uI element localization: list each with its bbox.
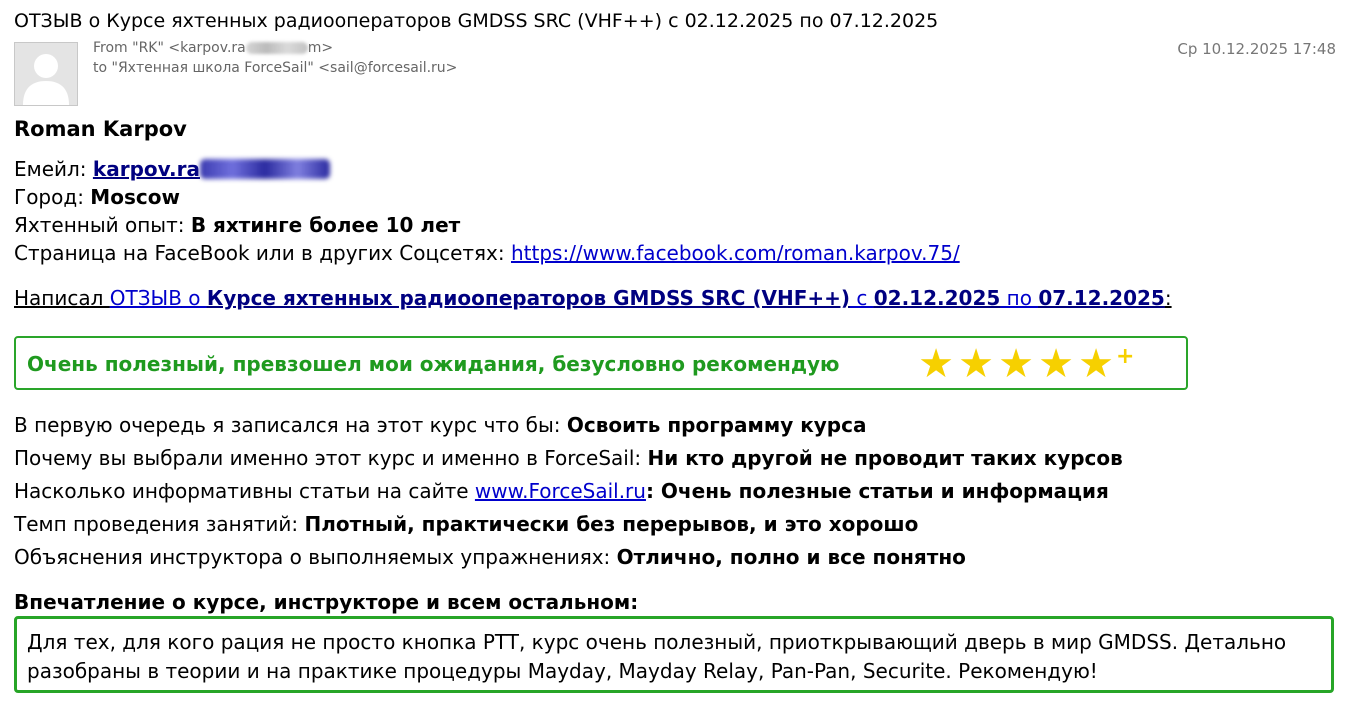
wrote-text: : bbox=[1164, 286, 1172, 310]
answers: В первую очередь я записался на этот кур… bbox=[14, 409, 1123, 574]
email-label: Емейл: bbox=[14, 157, 93, 181]
verdict-box: Очень полезный, превзошел мои ожидания, … bbox=[14, 336, 1188, 390]
city-line: Город: Moscow bbox=[14, 183, 960, 211]
wrote-text: с bbox=[850, 286, 874, 310]
rating-stars: ★ ★ ★ ★ ★+ bbox=[916, 342, 1134, 386]
rating-plus: + bbox=[1116, 344, 1135, 369]
impression-title: Впечатление о курсе, инструкторе и всем … bbox=[14, 590, 639, 614]
answer-value: Очень полезные статьи и информация bbox=[660, 479, 1109, 503]
city-value: Moscow bbox=[90, 185, 180, 209]
star-icon: ★ bbox=[958, 341, 994, 387]
answer-goal: В первую очередь я записался на этот кур… bbox=[14, 409, 1123, 442]
wrote-text: по bbox=[1000, 286, 1039, 310]
answer-instructor: Объяснения инструктора о выполняемых упр… bbox=[14, 541, 1123, 574]
from-suffix: m> bbox=[307, 40, 334, 56]
email-subject: ОТЗЫВ о Курсе яхтенных радиооператоров G… bbox=[14, 10, 939, 32]
email-date: Ср 10.12.2025 17:48 bbox=[1177, 40, 1336, 58]
question-label: Почему вы выбрали именно этот курс и име… bbox=[14, 446, 648, 470]
answer-value: Ни кто другой не проводит таких курсов bbox=[647, 446, 1123, 470]
experience-label: Яхтенный опыт: bbox=[14, 213, 191, 237]
answer-value: Освоить программу курса bbox=[566, 413, 867, 437]
wrote-text: Написал bbox=[14, 286, 110, 310]
answer-articles: Насколько информативны статьи на сайте w… bbox=[14, 475, 1123, 508]
social-link[interactable]: https://www.facebook.com/roman.karpov.75… bbox=[511, 241, 960, 265]
blurred-email-domain bbox=[245, 42, 308, 54]
end-date-link[interactable]: 07.12.2025 bbox=[1038, 286, 1165, 310]
site-link[interactable]: www.ForceSail.ru bbox=[475, 479, 646, 503]
star-icon: ★ bbox=[918, 341, 954, 387]
email-from: From "RK" <karpov.ra m> bbox=[93, 40, 333, 56]
verdict-text: Очень полезный, превзошел мои ожидания, … bbox=[27, 352, 840, 376]
answer-value: Отлично, полно и все понятно bbox=[616, 545, 966, 569]
answer-pace: Темп проведения занятий: Плотный, практи… bbox=[14, 508, 1123, 541]
reviewer-name: Roman Karpov bbox=[14, 117, 187, 141]
star-icon: ★ bbox=[1038, 341, 1074, 387]
star-icon: ★ bbox=[998, 341, 1034, 387]
impression-box: Для тех, для кого рация не просто кнопка… bbox=[14, 616, 1334, 693]
social-label: Страница на FaceBook или в других Соцсет… bbox=[14, 241, 511, 265]
reviewer-email-text: karpov.ra bbox=[92, 157, 200, 181]
experience-value: В яхтинге более 10 лет bbox=[190, 213, 461, 237]
question-label: Темп проведения занятий: bbox=[14, 512, 305, 536]
wrote-line: Написал ОТЗЫВ о Курсе яхтенных радиоопер… bbox=[14, 286, 1172, 310]
question-label: Объяснения инструктора о выполняемых упр… bbox=[14, 545, 617, 569]
email-line: Емейл: karpov.ra bbox=[14, 155, 960, 183]
user-silhouette-icon bbox=[23, 54, 69, 105]
city-label: Город: bbox=[14, 185, 91, 209]
answer-why: Почему вы выбрали именно этот курс и име… bbox=[14, 442, 1123, 475]
answer-value: Плотный, практически без перерывов, и эт… bbox=[304, 512, 919, 536]
sender-avatar bbox=[14, 42, 78, 106]
from-text: From "RK" <karpov.ra bbox=[93, 40, 246, 56]
email-to: to "Яхтенная школа ForceSail" <sail@forc… bbox=[93, 60, 458, 76]
star-icon: ★ bbox=[1078, 341, 1114, 387]
question-label: В первую очередь я записался на этот кур… bbox=[14, 413, 567, 437]
review-link[interactable]: ОТЗЫВ bbox=[110, 286, 182, 310]
reviewer-email-link[interactable]: karpov.ra bbox=[93, 157, 330, 181]
wrote-text: о bbox=[181, 286, 207, 310]
blurred-email-domain bbox=[200, 159, 330, 179]
question-label: Насколько информативны статьи на сайте bbox=[14, 479, 475, 503]
social-line: Страница на FaceBook или в других Соцсет… bbox=[14, 239, 960, 267]
course-link[interactable]: Курсе яхтенных радиооператоров GMDSS SRC… bbox=[207, 286, 850, 310]
experience-line: Яхтенный опыт: В яхтинге более 10 лет bbox=[14, 211, 960, 239]
separator: : bbox=[645, 479, 661, 503]
reviewer-info: Емейл: karpov.ra Город: Moscow Яхтенный … bbox=[14, 155, 960, 267]
start-date-link[interactable]: 02.12.2025 bbox=[874, 286, 1001, 310]
